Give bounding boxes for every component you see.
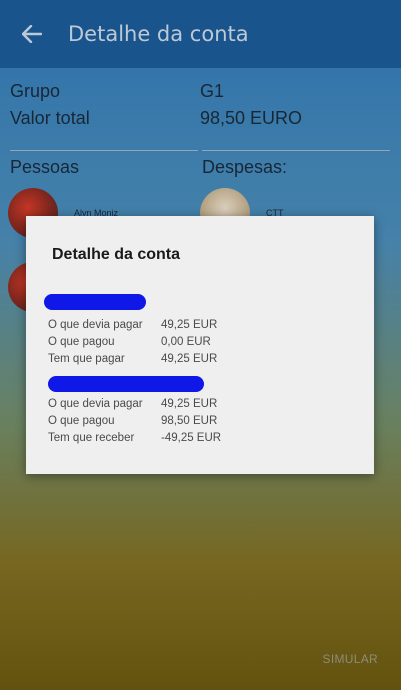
detail-label: O que pagou xyxy=(48,415,115,427)
simulate-button[interactable]: SIMULAR xyxy=(323,652,378,666)
redacted-name xyxy=(48,376,204,392)
detail-line: Tem que pagar 49,25 EUR xyxy=(48,353,217,365)
detail-line: O que devia pagar 49,25 EUR xyxy=(48,319,217,331)
detail-line: O que pagou 98,50 EUR xyxy=(48,415,217,427)
detail-line: Tem que receber -49,25 EUR xyxy=(48,432,221,444)
detail-value: 49,25 EUR xyxy=(161,319,218,331)
detail-line: O que pagou 0,00 EUR xyxy=(48,336,211,348)
detail-value: 49,25 EUR xyxy=(161,398,218,410)
detail-value: 0,00 EUR xyxy=(161,336,211,348)
detail-label: Tem que receber xyxy=(48,432,135,444)
detail-label: O que pagou xyxy=(48,336,115,348)
detail-label: O que devia pagar xyxy=(48,398,143,410)
redacted-name xyxy=(44,294,146,310)
detail-line: O que devia pagar 49,25 EUR xyxy=(48,398,217,410)
detail-value: -49,25 EUR xyxy=(161,432,222,444)
dialog-title: Detalhe da conta xyxy=(52,246,181,263)
detail-value: 49,25 EUR xyxy=(161,353,218,365)
detail-label: Tem que pagar xyxy=(48,353,125,365)
detail-value: 98,50 EUR xyxy=(161,415,218,427)
account-detail-dialog: Detalhe da conta O que devia pagar 49,25… xyxy=(26,216,374,474)
detail-label: O que devia pagar xyxy=(48,319,143,331)
